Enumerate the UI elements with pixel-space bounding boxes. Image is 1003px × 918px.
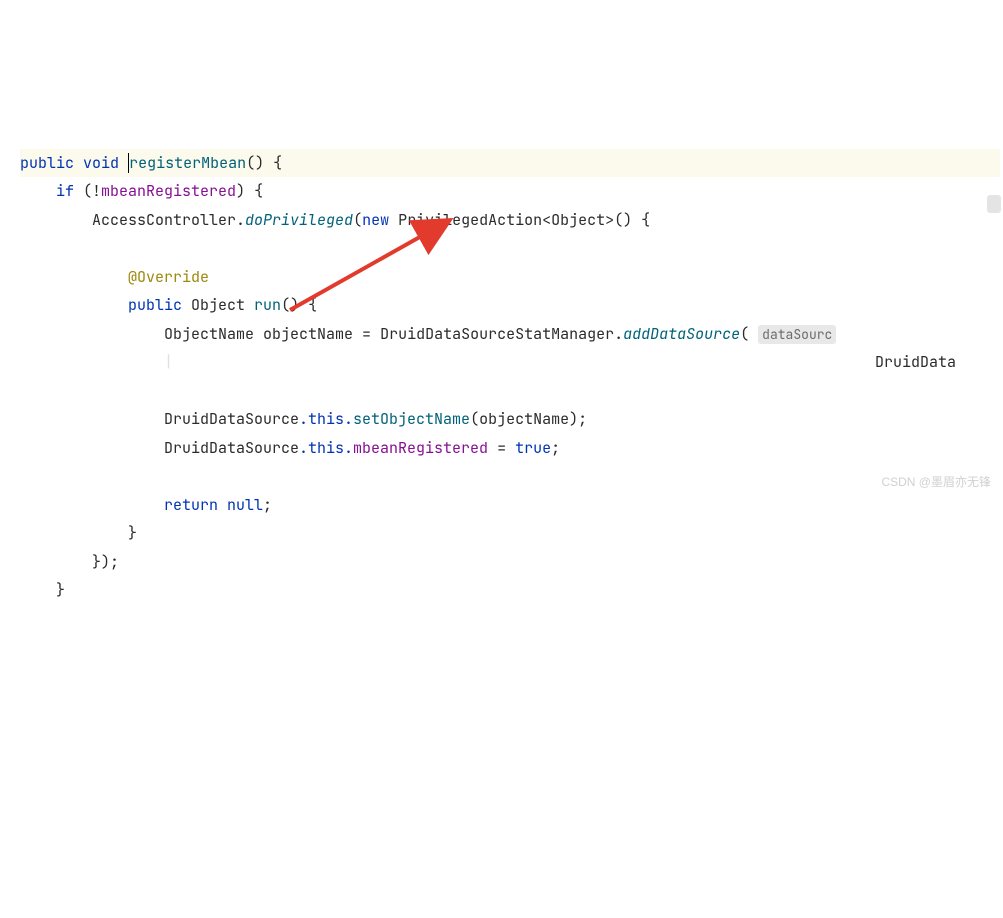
annotation: @Override [128, 267, 209, 287]
text: DruidData [875, 352, 956, 372]
kw-if: if [56, 181, 74, 201]
text: (! [74, 181, 101, 201]
field-ref: mbeanRegistered [101, 181, 236, 201]
code-editor[interactable]: public void registerMbean() { if (!mbean… [0, 114, 1003, 605]
kw-true: true [515, 438, 551, 458]
text: = [353, 324, 380, 344]
kw-public: public [128, 295, 182, 315]
method-name: run [254, 295, 281, 315]
type-ref: PrivilegedAction [389, 210, 542, 230]
kw-new: new [362, 210, 389, 230]
var-name: objectName [263, 324, 353, 344]
text: = [488, 438, 515, 458]
text: () { [281, 295, 317, 315]
semi: ; [551, 438, 560, 458]
text: <Object>() { [542, 210, 650, 230]
scrollbar-thumb[interactable] [987, 195, 1001, 213]
kw-return: return [164, 495, 218, 515]
kw-this: .this. [299, 409, 353, 429]
class-ref: AccessController [92, 210, 236, 230]
close-paren: }); [92, 552, 119, 572]
class-ref: DruidDataSource [164, 409, 299, 429]
static-call: addDataSource [623, 324, 740, 344]
parameter-hint: dataSourc [758, 325, 836, 344]
class-ref: DruidDataSourceStatManager [380, 324, 614, 344]
type-ref: ObjectName [164, 324, 263, 344]
kw-void: void [83, 153, 119, 173]
paren: ( [740, 324, 749, 344]
kw-null: null [218, 495, 263, 515]
method-name: registerMbean [129, 153, 246, 173]
kw-this: .this. [299, 438, 353, 458]
method-call: setObjectName [353, 409, 470, 429]
field-ref: mbeanRegistered [353, 438, 488, 458]
paren: ( [353, 210, 362, 230]
static-call: doPrivileged [245, 210, 353, 230]
class-ref: DruidDataSource [164, 438, 299, 458]
dot: . [236, 210, 245, 230]
text: () { [246, 153, 282, 173]
kw-public: public [20, 153, 74, 173]
watermark: CSDN @墨眉亦无锋 [881, 471, 991, 494]
dot: . [614, 324, 623, 344]
brace: } [56, 580, 65, 600]
text: ) { [236, 181, 263, 201]
text: (objectName); [470, 409, 587, 429]
type-ref: Object [182, 295, 254, 315]
brace: } [128, 523, 137, 543]
highlighted-line: public void registerMbean() { [20, 149, 1000, 178]
semi: ; [263, 495, 272, 515]
